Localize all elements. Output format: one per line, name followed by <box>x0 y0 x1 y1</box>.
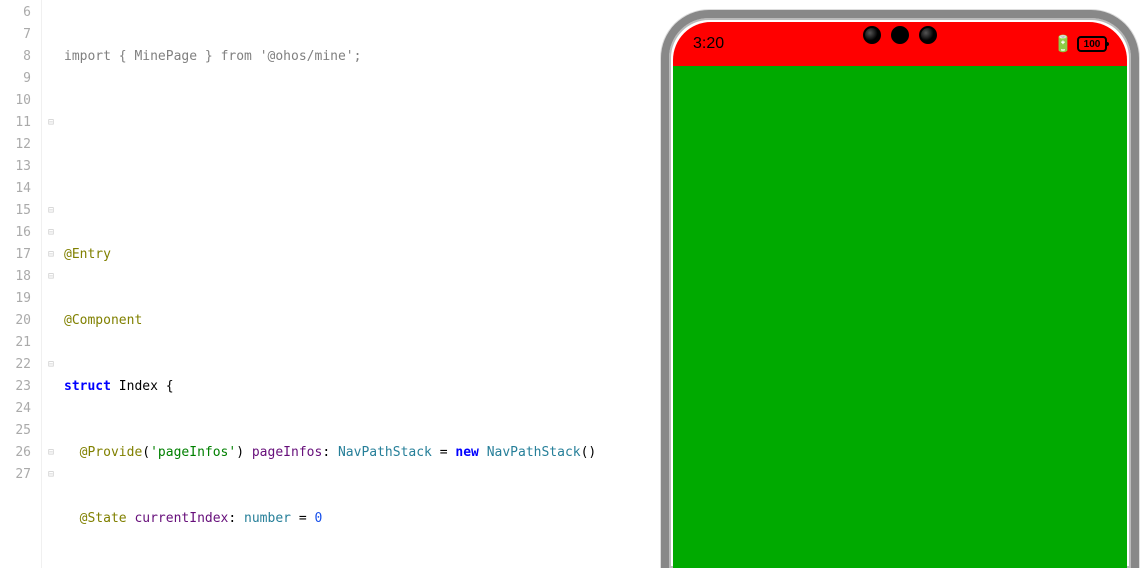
line-number: 12 <box>0 134 31 156</box>
line-number: 22 <box>0 354 31 376</box>
line-number: 10 <box>0 90 31 112</box>
line-number: 26 <box>0 442 31 464</box>
code-line[interactable]: struct Index { <box>60 376 661 398</box>
code-editor[interactable]: 6 7 8 9 10 11 12 13 14 15 16 17 18 19 20… <box>0 0 661 568</box>
line-number: 25 <box>0 420 31 442</box>
fold-close-icon[interactable]: ⊟ <box>42 464 60 486</box>
fold-icon[interactable]: ⊟ <box>42 222 60 244</box>
line-number-gutter: 6 7 8 9 10 11 12 13 14 15 16 17 18 19 20… <box>0 0 42 568</box>
fold-close-icon[interactable]: ⊟ <box>42 266 60 288</box>
code-line[interactable]: @Entry <box>60 244 661 266</box>
camera-icon <box>863 26 881 44</box>
line-number: 7 <box>0 24 31 46</box>
device-preview: 3:20 🔋 100 <box>661 10 1139 568</box>
status-time: 3:20 <box>693 35 724 53</box>
line-number: 14 <box>0 178 31 200</box>
line-number: 17 <box>0 244 31 266</box>
line-number: 21 <box>0 332 31 354</box>
battery-indicator: 100 <box>1077 36 1107 52</box>
line-number: 19 <box>0 288 31 310</box>
sensor-icon <box>891 26 909 44</box>
fold-close-icon[interactable]: ⊟ <box>42 354 60 376</box>
fold-close-icon[interactable]: ⊟ <box>42 442 60 464</box>
line-number: 23 <box>0 376 31 398</box>
line-number: 11 <box>0 112 31 134</box>
line-number: 9 <box>0 68 31 90</box>
code-line[interactable] <box>60 178 661 200</box>
phone-screen: 3:20 🔋 100 <box>673 22 1127 568</box>
line-number: 16 <box>0 222 31 244</box>
fold-icon[interactable]: ⊟ <box>42 244 60 266</box>
code-line[interactable]: @Component <box>60 310 661 332</box>
code-line[interactable]: @State currentIndex: number = 0 <box>60 508 661 530</box>
line-number: 20 <box>0 310 31 332</box>
line-number: 15 <box>0 200 31 222</box>
line-number: 13 <box>0 156 31 178</box>
camera-icon <box>919 26 937 44</box>
charging-icon: 🔋 <box>1053 34 1073 54</box>
fold-icon[interactable]: ⊟ <box>42 200 60 222</box>
line-number: 18 <box>0 266 31 288</box>
code-line[interactable] <box>60 112 661 134</box>
line-number: 8 <box>0 46 31 68</box>
fold-gutter: ⊟ ⊟ ⊟ ⊟ ⊟ ⊟ ⊟ ⊟ <box>42 0 60 568</box>
phone-notch <box>863 26 937 44</box>
app-content <box>673 66 1127 568</box>
line-number: 27 <box>0 464 31 486</box>
fold-icon[interactable]: ⊟ <box>42 112 60 134</box>
line-number: 6 <box>0 2 31 24</box>
line-number: 24 <box>0 398 31 420</box>
code-line[interactable]: import { MinePage } from '@ohos/mine'; <box>60 46 661 68</box>
code-area[interactable]: import { MinePage } from '@ohos/mine'; @… <box>60 0 661 568</box>
code-line[interactable]: @Provide('pageInfos') pageInfos: NavPath… <box>60 442 661 464</box>
